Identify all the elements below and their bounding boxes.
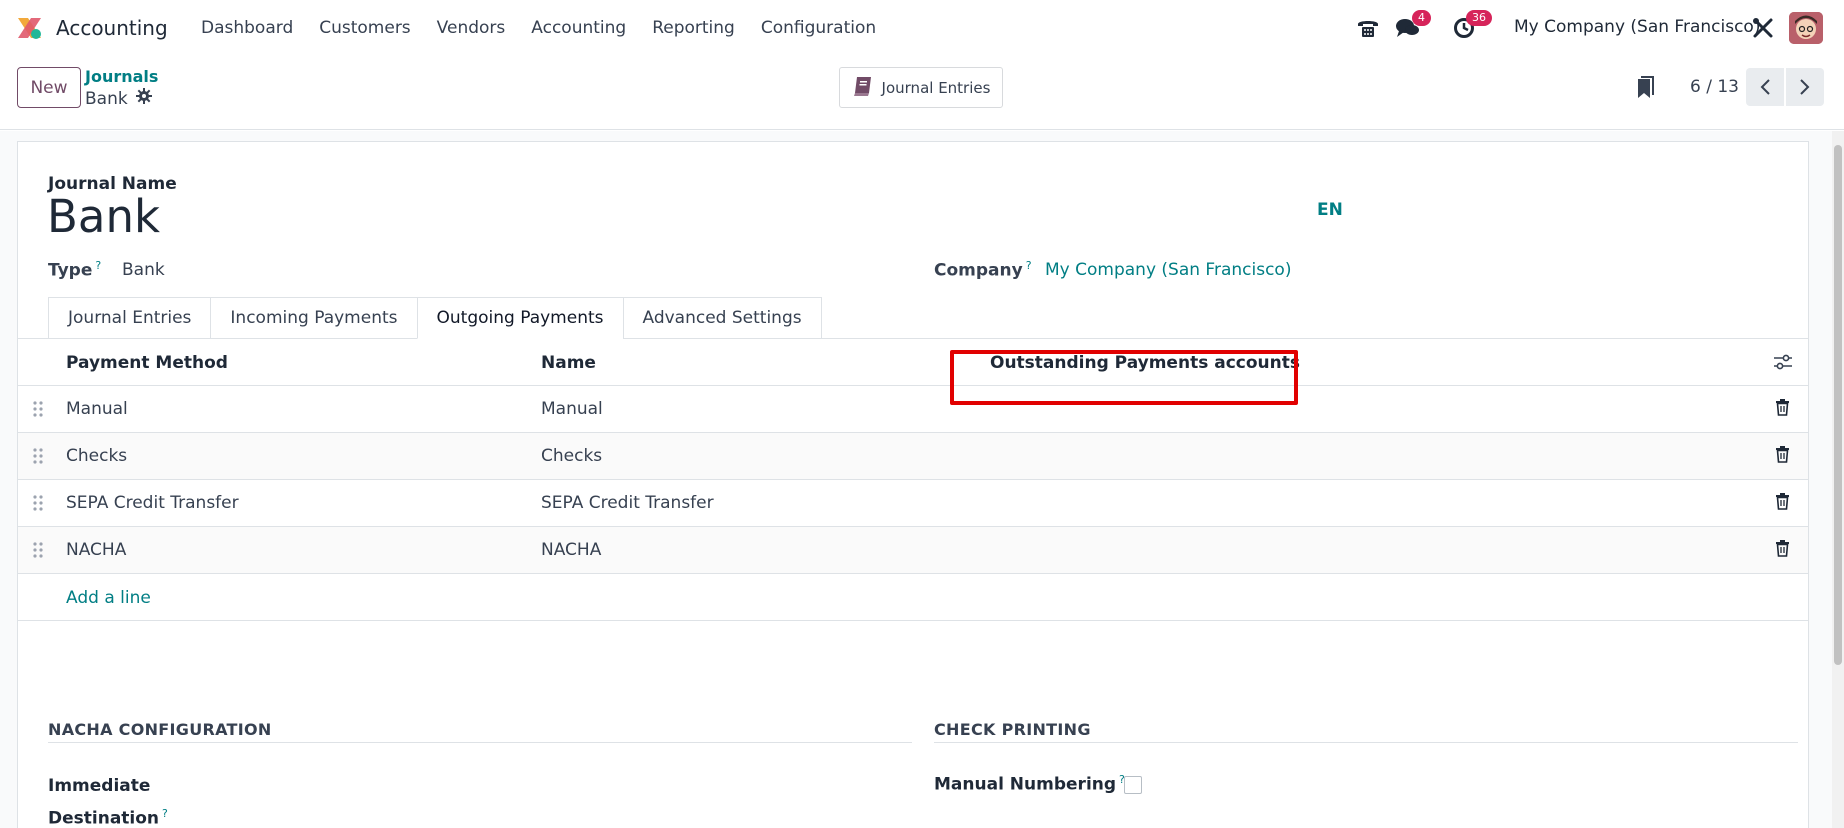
menu-customers[interactable]: Customers [306, 18, 423, 38]
type-label-text: Type [48, 260, 93, 281]
cell-payment-method[interactable]: Checks [66, 446, 127, 466]
drag-handle-icon[interactable] [32, 399, 44, 419]
tab-outgoing-payments[interactable]: Outgoing Payments [416, 297, 623, 339]
pager-previous-button[interactable] [1746, 68, 1784, 106]
form-view: Journal Name Bank EN Type? Bank Company?… [0, 131, 1844, 828]
cell-name[interactable]: NACHA [541, 540, 601, 560]
breadcrumb-journals[interactable]: Journals [85, 67, 158, 86]
header-name[interactable]: Name [541, 353, 596, 373]
cell-name[interactable]: Checks [541, 446, 602, 466]
trash-icon[interactable] [1775, 540, 1790, 562]
main-menu: Dashboard Customers Vendors Accounting R… [188, 18, 889, 38]
app-name[interactable]: Accounting [56, 16, 168, 40]
gear-icon[interactable] [135, 88, 152, 109]
drag-handle-icon[interactable] [32, 540, 44, 560]
tab-journal-entries[interactable]: Journal Entries [48, 297, 211, 339]
tab-incoming-payments[interactable]: Incoming Payments [210, 297, 417, 339]
new-button[interactable]: New [17, 67, 81, 108]
menu-dashboard[interactable]: Dashboard [188, 18, 306, 38]
user-avatar[interactable] [1789, 12, 1823, 44]
book-icon [852, 75, 874, 101]
manual-numbering-text: Manual Numbering [934, 774, 1117, 795]
breadcrumb-current: Bank [85, 88, 152, 109]
menu-configuration[interactable]: Configuration [748, 18, 889, 38]
trash-icon[interactable] [1775, 493, 1790, 515]
check-section-divider [934, 742, 1798, 743]
table-row[interactable]: Manual Manual [18, 386, 1808, 433]
immediate-label-line2: Destination? [48, 800, 168, 828]
table-header: Payment Method Name Outstanding Payments… [18, 339, 1808, 386]
app-logo-icon[interactable] [16, 16, 43, 40]
manual-numbering-checkbox[interactable] [1124, 776, 1142, 794]
notebook-tabs: Journal Entries Incoming Payments Outgoi… [48, 297, 822, 339]
cell-payment-method[interactable]: Manual [66, 399, 128, 419]
drag-handle-icon[interactable] [32, 493, 44, 513]
immediate-help-mark[interactable]: ? [162, 807, 168, 820]
cell-payment-method[interactable]: NACHA [66, 540, 126, 560]
pager-next-button[interactable] [1786, 68, 1824, 106]
nacha-section-divider [48, 742, 912, 743]
payment-methods-table: Payment Method Name Outstanding Payments… [18, 339, 1808, 621]
journal-entries-smart-button[interactable]: Journal Entries [839, 67, 1003, 108]
phone-icon[interactable] [1354, 14, 1382, 42]
drag-handle-icon[interactable] [32, 446, 44, 466]
bookmark-icon[interactable] [1636, 76, 1654, 105]
add-line-row: Add a line [18, 574, 1808, 621]
scrollbar-thumb[interactable] [1834, 145, 1842, 665]
company-label-text: Company [934, 260, 1023, 281]
activity-clock-icon[interactable]: 36 [1450, 10, 1492, 42]
trash-icon[interactable] [1775, 446, 1790, 468]
cell-name[interactable]: SEPA Credit Transfer [541, 493, 714, 513]
tab-advanced-settings[interactable]: Advanced Settings [622, 297, 822, 339]
header-payment-method[interactable]: Payment Method [66, 353, 228, 373]
add-line-link[interactable]: Add a line [66, 588, 151, 608]
smart-button-label: Journal Entries [881, 78, 991, 97]
breadcrumb-current-label: Bank [85, 88, 128, 109]
trash-icon[interactable] [1775, 399, 1790, 421]
optional-columns-icon[interactable] [1773, 353, 1793, 376]
type-help-mark[interactable]: ? [95, 259, 101, 272]
manual-numbering-label: Manual Numbering? [934, 773, 1125, 795]
journal-name-field[interactable]: Bank [47, 190, 160, 243]
company-label: Company? [934, 259, 1032, 281]
messages-badge: 4 [1412, 10, 1431, 26]
nacha-configuration-title: NACHA CONFIGURATION [48, 720, 272, 739]
cell-name[interactable]: Manual [541, 399, 603, 419]
chat-icon[interactable]: 4 [1394, 10, 1431, 42]
language-button[interactable]: EN [1317, 200, 1343, 220]
activities-badge: 36 [1466, 10, 1492, 26]
chevron-right-icon [1800, 79, 1810, 95]
type-label: Type? [48, 259, 101, 281]
cell-payment-method[interactable]: SEPA Credit Transfer [66, 493, 239, 513]
control-panel: New Journals Bank Journal Entries 6 / 13 [0, 56, 1844, 130]
top-navbar: Accounting Dashboard Customers Vendors A… [0, 0, 1844, 56]
menu-accounting[interactable]: Accounting [518, 18, 639, 38]
form-sheet: Journal Name Bank EN Type? Bank Company?… [17, 141, 1809, 828]
debug-tools-icon[interactable] [1749, 14, 1777, 42]
immediate-destination-label: Immediate Destination? [48, 773, 168, 828]
menu-vendors[interactable]: Vendors [424, 18, 519, 38]
pager-value[interactable]: 6 / 13 [1690, 77, 1739, 97]
page-scrollbar[interactable] [1832, 131, 1844, 828]
highlight-box [950, 350, 1298, 405]
company-help-mark[interactable]: ? [1026, 259, 1032, 272]
check-printing-title: CHECK PRINTING [934, 720, 1091, 739]
table-row[interactable]: Checks Checks [18, 433, 1808, 480]
immediate-label-line1: Immediate [48, 776, 151, 796]
type-field[interactable]: Bank [122, 260, 165, 280]
table-row[interactable]: NACHA NACHA [18, 527, 1808, 574]
menu-reporting[interactable]: Reporting [639, 18, 748, 38]
chevron-left-icon [1760, 79, 1770, 95]
immediate-label-line2-text: Destination [48, 808, 160, 828]
company-field[interactable]: My Company (San Francisco) [1045, 260, 1291, 280]
table-row[interactable]: SEPA Credit Transfer SEPA Credit Transfe… [18, 480, 1808, 527]
company-switcher[interactable]: My Company (San Francisco) [1514, 17, 1760, 37]
